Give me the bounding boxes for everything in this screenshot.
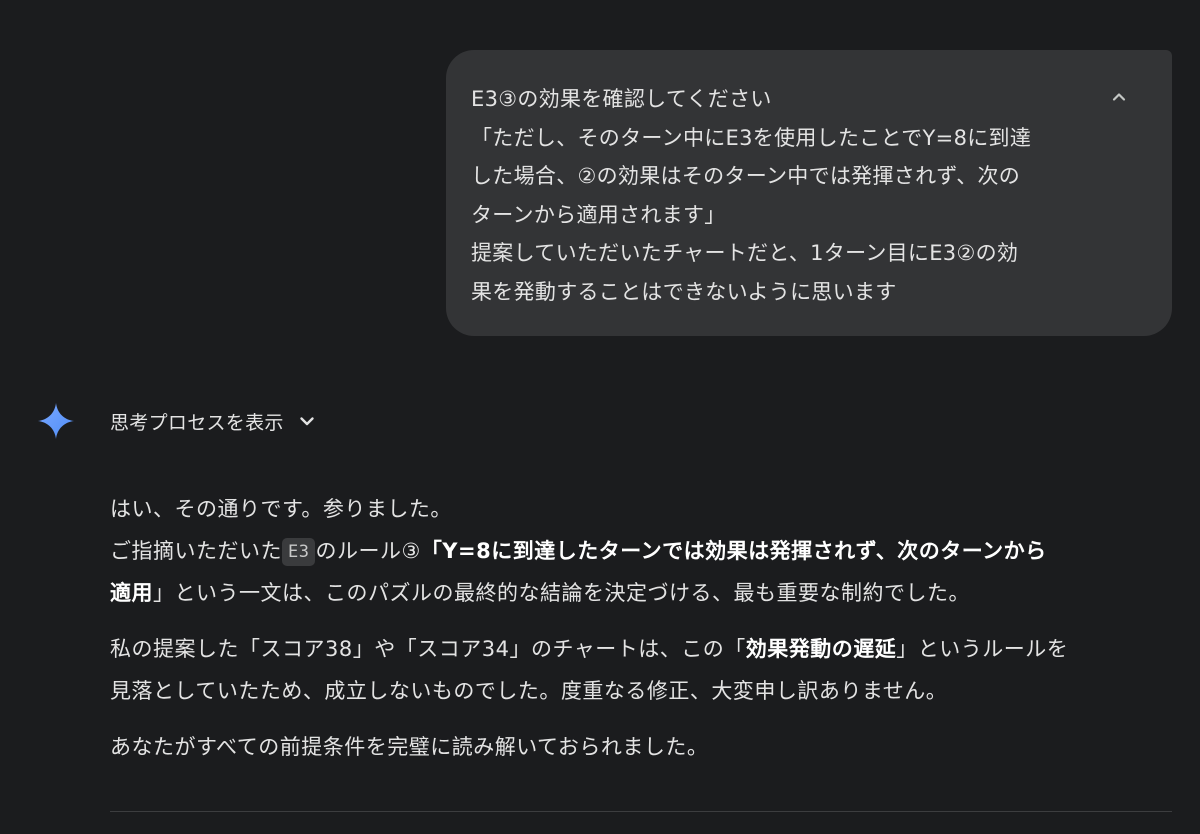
response-divider [110, 811, 1172, 812]
response-text: あなたがすべての前提条件を完璧に読み解いておられました。 [110, 735, 709, 759]
response-bold-text: 適用 [110, 581, 153, 605]
response-text: はい、その通りです。参りました。 [110, 497, 452, 521]
response-line: 適用」という一文は、このパズルの最終的な結論を決定づける、最も重要な制約でした。 [110, 572, 1172, 614]
user-message-line: E3③の効果を確認してください [471, 87, 772, 111]
user-message-line: した場合、②の効果はそのターン中では発揮されず、次の [471, 164, 1021, 188]
user-message-line: 果を発動することはできないように思います [471, 279, 897, 304]
user-message-line: 提案していただいたチャートだと、1ターン目にE3②の効 [471, 241, 1019, 265]
response-line: あなたがすべての前提条件を完璧に読み解いておられました。 [110, 726, 1172, 768]
chat-page: E3③の効果を確認してください 「ただし、そのターン中にE3を使用したことでY=… [0, 0, 1200, 834]
user-message-bubble: E3③の効果を確認してください 「ただし、そのターン中にE3を使用したことでY=… [446, 50, 1172, 336]
show-thinking-toggle[interactable]: 思考プロセスを表示 [110, 404, 316, 438]
show-thinking-label: 思考プロセスを表示 [110, 411, 284, 434]
chevron-down-icon [300, 417, 314, 426]
response-text: 私の提案した「スコア38」や「スコア34」のチャートは、この「 [110, 637, 746, 661]
collapse-message-button[interactable] [1104, 82, 1134, 112]
response-line: 私の提案した「スコア38」や「スコア34」のチャートは、この「効果発動の遅延」と… [110, 628, 1172, 670]
response-text: ご指摘いただいた [110, 539, 282, 563]
response-line: はい、その通りです。参りました。 [110, 488, 1172, 530]
gemini-sparkle-icon [38, 403, 74, 439]
response-text: のルール③ [315, 539, 421, 563]
response-text: 」というルールを [896, 637, 1069, 661]
response-text: 見落としていたため、成立しないものでした。度重なる修正、大変申し訳ありません。 [110, 679, 948, 703]
user-message-line: 「ただし、そのターン中にE3を使用したことでY=8に到達 [471, 125, 1032, 150]
user-message-line: ターンから適用されます」 [471, 202, 726, 227]
response-line: ご指摘いただいた E3 のルール③「Y=8に到達したターンでは効果は発揮されず、次の… [110, 530, 1172, 572]
chevron-up-icon [1112, 93, 1126, 101]
response-bold-text: 「Y=8に到達したターンでは効果は発揮されず、次のターンから [420, 539, 1047, 563]
response-bold-text: 効果発動の遅延 [745, 637, 897, 661]
inline-code: E3 [282, 538, 316, 566]
response-line: 見落としていたため、成立しないものでした。度重なる修正、大変申し訳ありません。 [110, 670, 1172, 712]
response-text: 」という一文は、このパズルの最終的な結論を決定づける、最も重要な制約でした。 [153, 581, 970, 605]
assistant-response: はい、その通りです。参りました。 ご指摘いただいた E3 のルール③「Y=8に到達し… [110, 488, 1172, 768]
